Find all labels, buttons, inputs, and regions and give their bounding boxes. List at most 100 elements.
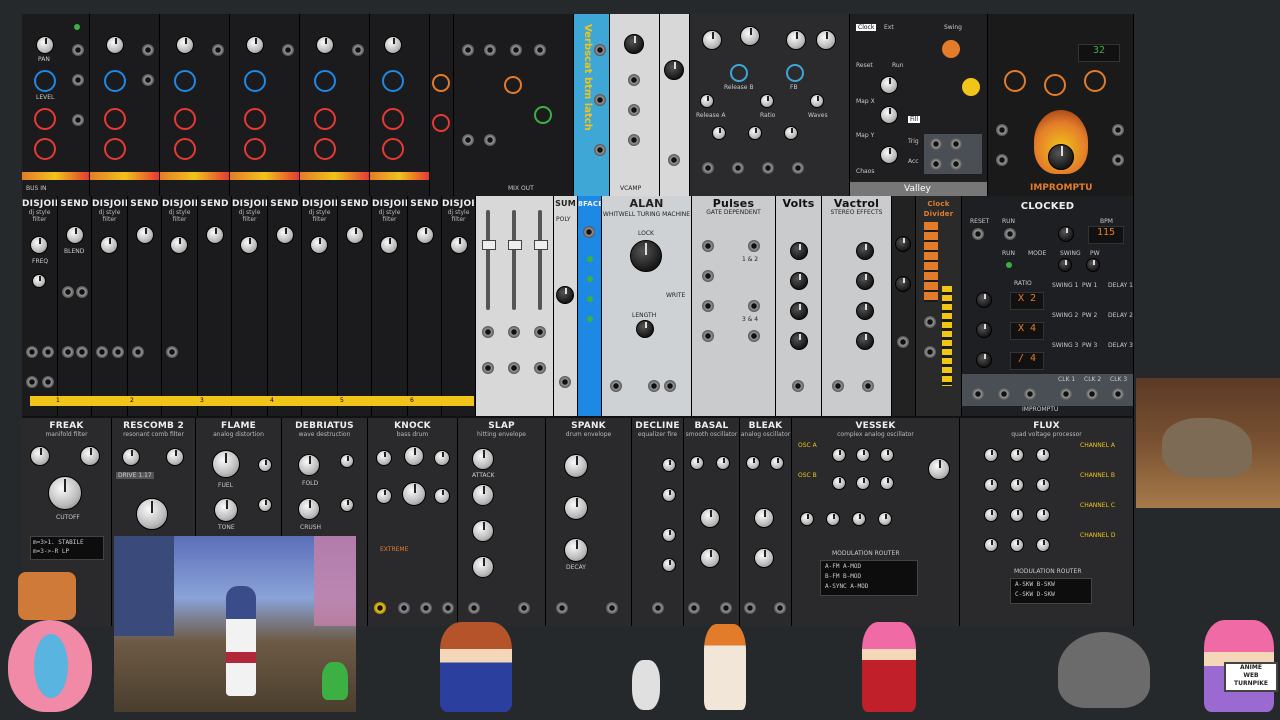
- choke-jack[interactable]: [762, 162, 774, 174]
- out-jack[interactable]: [862, 380, 874, 392]
- decay-knob[interactable]: [376, 488, 392, 504]
- input-jack[interactable]: [484, 44, 496, 56]
- send-knob[interactable]: [104, 108, 126, 130]
- pan-knob[interactable]: [36, 36, 54, 54]
- divider-buttons[interactable]: [924, 222, 938, 302]
- output-jack[interactable]: [42, 376, 54, 388]
- valley-clock-module[interactable]: Clock Ext Swing Reset Run Map X Fill Map…: [850, 14, 988, 196]
- knob[interactable]: [1004, 70, 1026, 92]
- blend-knob[interactable]: [416, 226, 434, 244]
- tune-knob[interactable]: [746, 456, 760, 470]
- res-knob[interactable]: [30, 446, 50, 466]
- knob[interactable]: [258, 458, 272, 472]
- out-jack[interactable]: [606, 602, 618, 614]
- knob[interactable]: [832, 476, 846, 490]
- pulses-module[interactable]: Pulses GATE DEPENDENT 1 & 2 3 & 4: [692, 196, 776, 416]
- blend-knob[interactable]: [66, 226, 84, 244]
- follow-knob[interactable]: [1036, 538, 1050, 552]
- knob[interactable]: [122, 448, 140, 466]
- gate-jack[interactable]: [556, 602, 568, 614]
- mod-knob[interactable]: [700, 508, 720, 528]
- map-y-knob[interactable]: [880, 146, 898, 164]
- send-knob-2[interactable]: [314, 138, 336, 160]
- input-jack[interactable]: [508, 326, 520, 338]
- send-knob-2[interactable]: [382, 138, 404, 160]
- pan-knob[interactable]: [176, 36, 194, 54]
- send-module[interactable]: SEND: [128, 196, 162, 416]
- knob[interactable]: [895, 236, 911, 252]
- clock-tab[interactable]: Clock: [856, 24, 877, 31]
- fold-knob[interactable]: [298, 454, 320, 476]
- slap-module[interactable]: SLAP hitting envelope ATTACK: [458, 418, 546, 626]
- volts-knob[interactable]: [790, 272, 808, 290]
- send-module[interactable]: SEND: [408, 196, 442, 416]
- freq-knob[interactable]: [450, 236, 468, 254]
- knob[interactable]: [810, 94, 824, 108]
- oct-knob[interactable]: [716, 456, 730, 470]
- input-jack[interactable]: [352, 44, 364, 56]
- jack[interactable]: [702, 300, 714, 312]
- freq-knob[interactable]: [170, 236, 188, 254]
- mixer-master-narrow[interactable]: [430, 14, 454, 196]
- send-knob[interactable]: [382, 108, 404, 130]
- release-b-knob[interactable]: [786, 64, 804, 82]
- knob[interactable]: [880, 448, 894, 462]
- tune-jack[interactable]: [398, 602, 410, 614]
- voct-jack[interactable]: [688, 602, 700, 614]
- spank-module[interactable]: SPANK drum envelope DECAY: [546, 418, 632, 626]
- stress-jack[interactable]: [420, 602, 432, 614]
- narrow-module[interactable]: [892, 196, 916, 416]
- gate-jack[interactable]: [374, 602, 386, 614]
- send-knob-2[interactable]: [244, 138, 266, 160]
- blend-knob[interactable]: [136, 226, 154, 244]
- disjoint-module[interactable]: DISJOINT dj style filter: [232, 196, 268, 416]
- knob[interactable]: [816, 30, 836, 50]
- shaper-knob[interactable]: [826, 512, 840, 526]
- attack-knob[interactable]: [564, 454, 588, 478]
- tune-knob[interactable]: [690, 456, 704, 470]
- level-knob[interactable]: [534, 106, 552, 124]
- bleak-module[interactable]: BLEAK analog oscillator: [740, 418, 792, 626]
- knob[interactable]: [258, 498, 272, 512]
- mixer-channel-3[interactable]: [160, 14, 230, 196]
- disjoint-module[interactable]: DISJOINT dj style filter: [442, 196, 476, 416]
- ratio-knob[interactable]: [976, 322, 992, 338]
- vcamp-module-1[interactable]: VCAMP: [610, 14, 660, 196]
- level-knob[interactable]: [244, 70, 266, 92]
- knob[interactable]: [962, 78, 980, 96]
- in-jack[interactable]: [832, 380, 844, 392]
- vactrol-knob[interactable]: [856, 302, 874, 320]
- tune-knob[interactable]: [402, 482, 426, 506]
- acc-jack[interactable]: [950, 158, 962, 170]
- range-knob[interactable]: [984, 478, 998, 492]
- mix-knob[interactable]: [928, 458, 950, 480]
- clk-3-jack[interactable]: [1112, 388, 1124, 400]
- offset-knob[interactable]: [1010, 478, 1024, 492]
- jack[interactable]: [748, 240, 760, 252]
- mixer-channel-4[interactable]: [230, 14, 300, 196]
- vactrol-knob[interactable]: [856, 332, 874, 350]
- knob[interactable]: [786, 30, 806, 50]
- freq-knob[interactable]: [310, 236, 328, 254]
- output-jack[interactable]: [462, 134, 474, 146]
- ratio-knob[interactable]: [976, 352, 992, 368]
- clock-divider-module[interactable]: Clock Divider: [916, 196, 962, 416]
- decline-module[interactable]: DECLINE equalizer fire: [632, 418, 684, 626]
- oct-knob[interactable]: [770, 456, 784, 470]
- output-jack[interactable]: [534, 362, 546, 374]
- jack[interactable]: [748, 330, 760, 342]
- send-knob[interactable]: [244, 108, 266, 130]
- send-knob[interactable]: [376, 450, 392, 466]
- fill-tab[interactable]: Fill: [908, 116, 921, 123]
- clocked-module[interactable]: CLOCKED RESET RUN BPM 115 RUN MODE SWING…: [962, 196, 1134, 416]
- knob[interactable]: [880, 76, 898, 94]
- knob[interactable]: [166, 448, 184, 466]
- vactrol-knob[interactable]: [856, 272, 874, 290]
- crush-knob[interactable]: [298, 498, 320, 520]
- knob[interactable]: [748, 126, 762, 140]
- out-jack[interactable]: [720, 602, 732, 614]
- output-jack[interactable]: [668, 154, 680, 166]
- knob[interactable]: [880, 476, 894, 490]
- clock-jack[interactable]: [924, 316, 936, 328]
- level-knob[interactable]: [382, 70, 404, 92]
